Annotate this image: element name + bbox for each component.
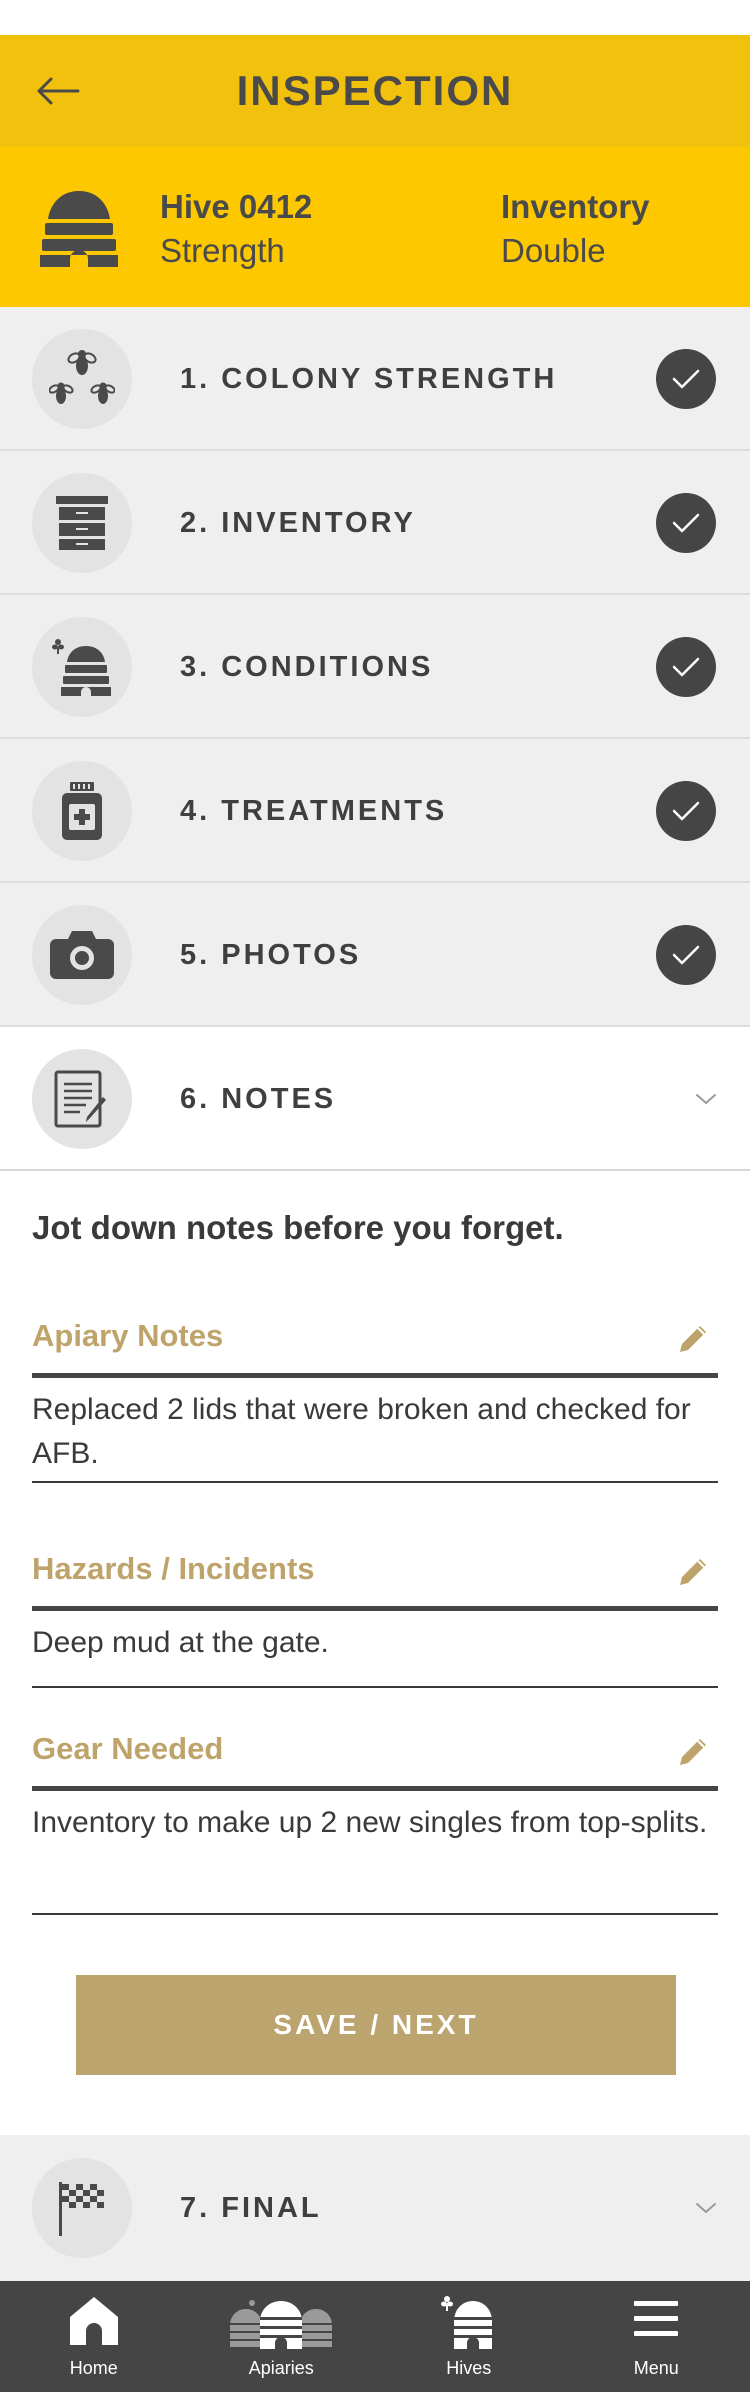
- back-arrow-icon: [37, 77, 80, 105]
- tab-label: Home: [69, 2358, 118, 2378]
- skep-icon: [40, 191, 118, 267]
- medicine-bottle-icon: [62, 782, 102, 840]
- tab-label: Menu: [633, 2358, 679, 2378]
- step-icon-circle: [32, 905, 132, 1005]
- checkered-flag-icon: [59, 2182, 104, 2236]
- hive-summary: Hive 0412 Strength Inventory Double: [0, 147, 750, 307]
- field-bottom-rule: [32, 1913, 718, 1915]
- pencil-icon[interactable]: [676, 1322, 710, 1356]
- field-top-rule: [32, 1373, 718, 1378]
- pencil-icon[interactable]: [676, 1555, 710, 1589]
- checkmark-icon: [672, 801, 700, 821]
- apiaries-icon: [230, 2300, 333, 2349]
- notepad-icon: [54, 1070, 106, 1128]
- notes-prompt: Jot down notes before you forget.: [32, 1209, 564, 1246]
- field-value[interactable]: Deep mud at the gate.: [32, 1621, 718, 1665]
- hive-icon: [440, 2296, 492, 2349]
- field-label: Apiary Notes: [32, 1318, 224, 1353]
- field-value[interactable]: Replaced 2 lids that were broken and che…: [32, 1388, 718, 1476]
- hive-strength: Strength: [160, 232, 285, 269]
- step-icon-circle: [32, 2158, 132, 2258]
- field-label: Hazards / Incidents: [32, 1551, 315, 1586]
- step-icon-circle: [32, 1049, 132, 1149]
- tab-home[interactable]: Home: [0, 2281, 188, 2392]
- chevron-down-icon: [696, 1094, 716, 1104]
- step-complete-badge: [656, 781, 716, 841]
- bees-icon: [49, 350, 115, 404]
- hive-type-label: Inventory: [501, 188, 650, 225]
- checkmark-icon: [672, 369, 700, 389]
- pencil-icon[interactable]: [676, 1735, 710, 1769]
- notes-panel: Jot down notes before you forget. Apiary…: [0, 1173, 750, 2135]
- step-label: 4. TREATMENTS: [180, 795, 448, 827]
- field-bottom-rule: [32, 1686, 718, 1688]
- field-label: Gear Needed: [32, 1731, 224, 1766]
- step-icon-circle: [32, 473, 132, 573]
- step-label: 7. FINAL: [180, 2192, 322, 2224]
- field-bottom-rule: [32, 1481, 718, 1483]
- field-top-rule: [32, 1786, 718, 1791]
- checkmark-icon: [672, 945, 700, 965]
- field-value[interactable]: Inventory to make up 2 new singles from …: [32, 1801, 718, 1845]
- step-photos[interactable]: 5. PHOTOS: [0, 883, 750, 1027]
- hive-type-value: Double: [501, 232, 606, 269]
- tab-label: Hives: [446, 2358, 492, 2378]
- checkmark-icon: [672, 657, 700, 677]
- field-top-rule: [32, 1606, 718, 1611]
- chevron-down-icon: [696, 2203, 716, 2213]
- step-label: 6. NOTES: [180, 1083, 337, 1115]
- tab-hives[interactable]: Hives: [375, 2281, 563, 2392]
- back-button[interactable]: [34, 71, 82, 111]
- step-icon-circle: [32, 761, 132, 861]
- step-complete-badge: [656, 493, 716, 553]
- step-icon-circle: [32, 329, 132, 429]
- tab-label: Apiaries: [248, 2358, 314, 2378]
- step-notes[interactable]: 6. NOTES: [0, 1027, 750, 1171]
- step-label: 1. COLONY STRENGTH: [180, 363, 558, 395]
- step-inventory[interactable]: 2. INVENTORY: [0, 451, 750, 595]
- step-icon-circle: [32, 617, 132, 717]
- inspection-steps: 1. COLONY STRENGTH 2. INVENTORY 3. CONDI…: [0, 307, 750, 1171]
- tab-menu[interactable]: Menu: [563, 2281, 750, 2392]
- step-complete-badge: [656, 637, 716, 697]
- step-final[interactable]: 7. FINAL: [0, 2135, 750, 2281]
- checkmark-icon: [672, 513, 700, 533]
- hive-type-block: Inventory Double: [501, 185, 650, 273]
- step-label: 5. PHOTOS: [180, 939, 362, 971]
- hive-name: Hive 0412: [160, 188, 313, 225]
- bottom-tab-bar: Home Apiaries Hives Menu: [0, 2281, 750, 2392]
- step-label: 2. INVENTORY: [180, 507, 416, 539]
- save-next-button[interactable]: SAVE / NEXT: [76, 1975, 676, 2075]
- step-colony-strength[interactable]: 1. COLONY STRENGTH: [0, 307, 750, 451]
- hive-name-block: Hive 0412 Strength: [160, 185, 312, 273]
- menu-icon: [634, 2301, 679, 2336]
- home-icon: [69, 2297, 118, 2345]
- top-bar: INSPECTION: [0, 35, 750, 147]
- skep-icon: [52, 639, 111, 696]
- camera-icon: [50, 931, 114, 979]
- tab-apiaries[interactable]: Apiaries: [188, 2281, 376, 2392]
- step-complete-badge: [656, 925, 716, 985]
- step-conditions[interactable]: 3. CONDITIONS: [0, 595, 750, 739]
- hive-box-icon: [56, 496, 108, 550]
- step-label: 3. CONDITIONS: [180, 651, 434, 683]
- page-title: INSPECTION: [236, 67, 514, 114]
- step-treatments[interactable]: 4. TREATMENTS: [0, 739, 750, 883]
- step-complete-badge: [656, 349, 716, 409]
